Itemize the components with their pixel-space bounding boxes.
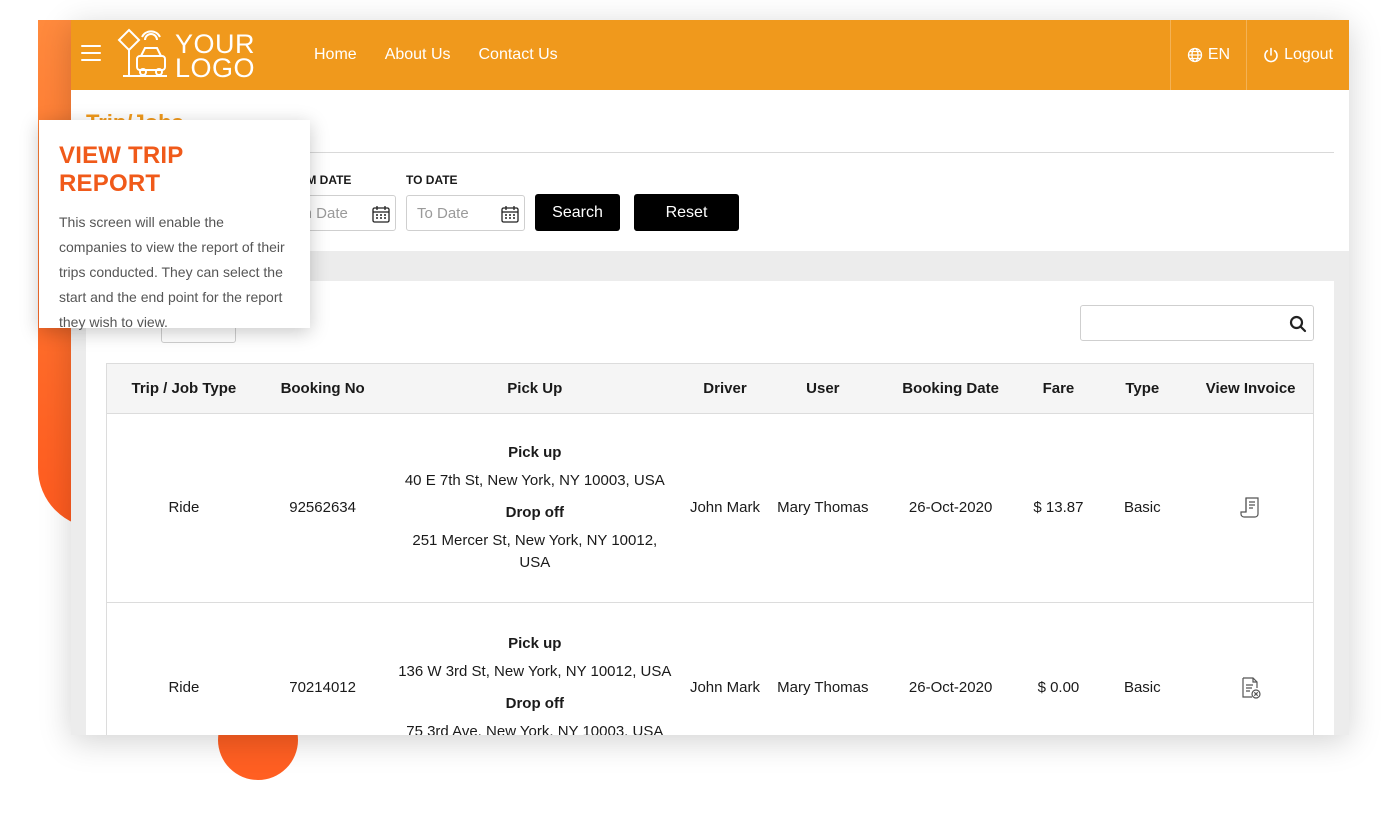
column-header-fare[interactable]: Fare [1021,364,1097,413]
column-header-booking-no[interactable]: Booking No [261,364,385,413]
to-date-input[interactable]: To Date [406,195,525,231]
tooltip-body: This screen will enable the companies to… [59,214,285,330]
trip-type-cell: Ride [168,678,200,696]
table-row: Ride 70214012 Pick up 136 W 3rd St, New … [107,603,1313,735]
trip-type-cell: Ride [168,499,200,516]
booking-no-cell: 92562634 [289,499,356,516]
pickup-cell: Pick up 136 W 3rd St, New York, NY 10012… [385,603,686,736]
to-date-label: TO DATE [406,173,458,187]
pickup-label: Pick up [508,634,562,652]
nav-home-link[interactable]: Home [314,46,357,64]
dropoff-address: 251 Mercer St, New York, NY 10012, USA [412,532,658,571]
receipt-icon[interactable] [1239,496,1262,520]
table-header-row: Trip / Job Type Booking No Pick Up Drive… [107,364,1313,414]
column-header-user[interactable]: User [765,364,881,413]
pickup-address: 40 E 7th St, New York, NY 10003, USA [404,472,665,489]
main-nav: Home About Us Contact Us [314,20,558,90]
fare-cell: $ 0.00 [1037,678,1080,696]
column-header-booking-date[interactable]: Booking Date [881,364,1021,413]
fare-cell: $ 13.87 [1033,499,1084,516]
power-icon [1264,47,1278,63]
pickup-cell: Pick up 40 E 7th St, New York, NY 10003,… [385,414,686,602]
table-row: Ride 92562634 Pick up 40 E 7th St, New Y… [107,414,1313,603]
top-header: YOUR LOGO Home About Us Contact Us EN Lo… [71,20,1349,90]
logo-text: YOUR LOGO [175,31,256,83]
booking-date-cell: 26-Oct-2020 [908,499,993,516]
tooltip-title: VIEW TRIP REPORT [59,142,184,197]
search-icon[interactable] [1289,315,1307,333]
logo-line-2: LOGO [175,53,256,83]
view-invoice-cell [1188,603,1313,735]
trips-table: Trip / Job Type Booking No Pick Up Drive… [106,363,1314,735]
dropoff-label: Drop off [505,504,564,521]
company-logo[interactable]: YOUR LOGO [115,26,265,82]
booking-date-cell: 26-Oct-2020 [908,678,993,696]
logout-label: Logout [1284,46,1333,63]
table-search-input[interactable] [1080,305,1314,341]
nav-about-link[interactable]: About Us [385,46,451,64]
view-trip-report-tooltip: VIEW TRIP REPORT This screen will enable… [39,120,310,330]
to-date-placeholder: To Date [417,205,469,222]
calendar-icon[interactable] [371,204,391,224]
driver-cell: John Mark [689,678,760,696]
reset-button[interactable]: Reset [634,194,739,231]
header-actions: EN Logout [1169,20,1349,90]
dropoff-address: 75 3rd Ave, New York, NY 10003, USA [406,722,664,736]
dropoff-label: Drop off [505,694,564,712]
column-header-trip-type[interactable]: Trip / Job Type [107,364,261,413]
type-cell: Basic [1123,678,1161,696]
language-selector[interactable]: EN [1169,20,1246,90]
view-invoice-cell [1188,414,1313,602]
pickup-address: 136 W 3rd St, New York, NY 10012, USA [398,662,672,680]
hamburger-menu-icon[interactable] [81,45,101,63]
nav-contact-link[interactable]: Contact Us [479,46,558,64]
column-header-view-invoice[interactable]: View Invoice [1188,364,1313,413]
user-cell: Mary Thomas [777,499,869,516]
screenshot-stage: YOUR LOGO Home About Us Contact Us EN Lo… [0,0,1388,831]
column-header-type[interactable]: Type [1096,364,1188,413]
type-cell: Basic [1123,499,1161,516]
globe-icon [1187,47,1202,63]
column-header-driver[interactable]: Driver [685,364,765,413]
taxi-logo-icon [117,28,167,77]
logout-button[interactable]: Logout [1246,20,1349,90]
invoice-cancel-icon[interactable] [1240,676,1262,700]
column-header-pick-up[interactable]: Pick Up [385,364,686,413]
calendar-icon[interactable] [500,204,520,224]
search-button[interactable]: Search [535,194,620,231]
language-label: EN [1207,46,1231,63]
pickup-label: Pick up [508,444,562,461]
driver-cell: John Mark [689,499,760,516]
user-cell: Mary Thomas [777,678,869,696]
booking-no-cell: 70214012 [289,678,356,696]
